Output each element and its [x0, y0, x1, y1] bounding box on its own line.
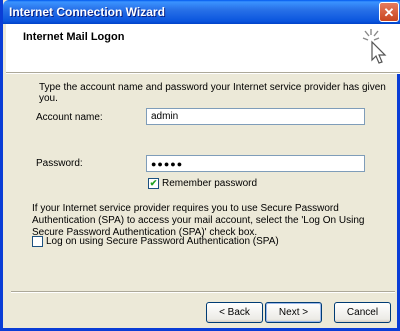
footer-divider [11, 291, 395, 293]
remember-password-checkbox[interactable]: ✔ [148, 178, 159, 189]
wizard-wand-icon [362, 29, 387, 64]
account-name-label: Account name: [36, 112, 103, 123]
header-divider [6, 72, 400, 74]
page-title: Internet Mail Logon [23, 31, 125, 43]
spa-description: If your Internet service provider requir… [32, 203, 365, 238]
back-button[interactable]: < Back [206, 302, 263, 323]
cancel-button[interactable]: Cancel [334, 302, 391, 323]
close-icon: ✕ [383, 4, 395, 20]
wizard-header: Internet Mail Logon [6, 24, 400, 72]
next-button[interactable]: Next > [265, 302, 322, 323]
password-field[interactable]: ●●●●● [146, 155, 365, 172]
spa-checkbox-label[interactable]: Log on using Secure Password Authenticat… [46, 236, 279, 247]
remember-password-label[interactable]: Remember password [162, 178, 257, 189]
instruction-text: Type the account name and password your … [39, 82, 386, 104]
title-bar[interactable]: Internet Connection Wizard ✕ [3, 0, 400, 24]
spa-checkbox[interactable] [32, 236, 43, 247]
close-button[interactable]: ✕ [379, 2, 399, 22]
wizard-window: Internet Connection Wizard ✕ Internet Ma… [0, 0, 400, 331]
window-title: Internet Connection Wizard [9, 5, 165, 19]
account-name-field[interactable]: admin [146, 108, 365, 125]
password-label: Password: [36, 158, 83, 169]
